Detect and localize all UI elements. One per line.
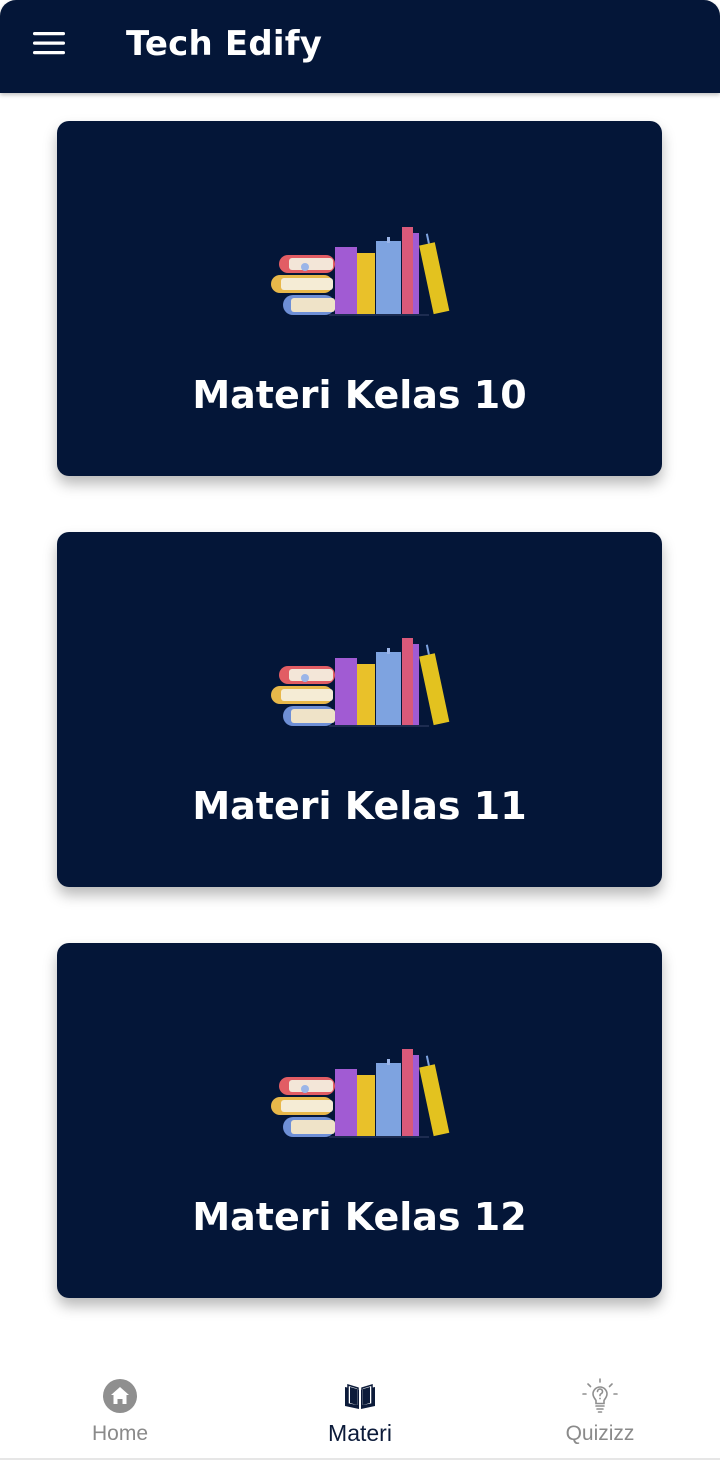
lightbulb-question-icon (582, 1378, 618, 1413)
bottom-navigation: Home Materi Quizizz (0, 1364, 720, 1460)
books-stack-icon (271, 227, 450, 316)
open-book-icon (345, 1383, 375, 1409)
card-title: Materi Kelas 10 (192, 373, 527, 417)
nav-label-home: Home (91, 1422, 149, 1445)
nav-label-materi: Materi (328, 1420, 392, 1446)
hamburger-menu-icon (33, 32, 65, 55)
card-materi-kelas-10[interactable]: Materi Kelas 10 (57, 121, 662, 476)
nav-label-quizizz: Quizizz (565, 1422, 635, 1445)
nav-item-quizizz[interactable]: Quizizz (480, 1364, 720, 1460)
top-app-bar: Tech Edify (0, 0, 720, 93)
card-materi-kelas-12[interactable]: Materi Kelas 12 (57, 943, 662, 1298)
card-materi-kelas-11[interactable]: Materi Kelas 11 (57, 532, 662, 887)
app-root: Tech Edify Materi Kelas 10 Materi Kelas … (0, 0, 720, 1460)
card-title: Materi Kelas 11 (192, 784, 527, 828)
home-icon (103, 1379, 137, 1413)
card-title: Materi Kelas 12 (192, 1195, 527, 1239)
app-title: Tech Edify (126, 24, 323, 64)
nav-item-home[interactable]: Home (0, 1364, 240, 1460)
nav-item-materi[interactable]: Materi (240, 1364, 480, 1460)
books-stack-icon (271, 1049, 450, 1138)
menu-button[interactable] (22, 20, 76, 66)
books-stack-icon (271, 638, 450, 727)
